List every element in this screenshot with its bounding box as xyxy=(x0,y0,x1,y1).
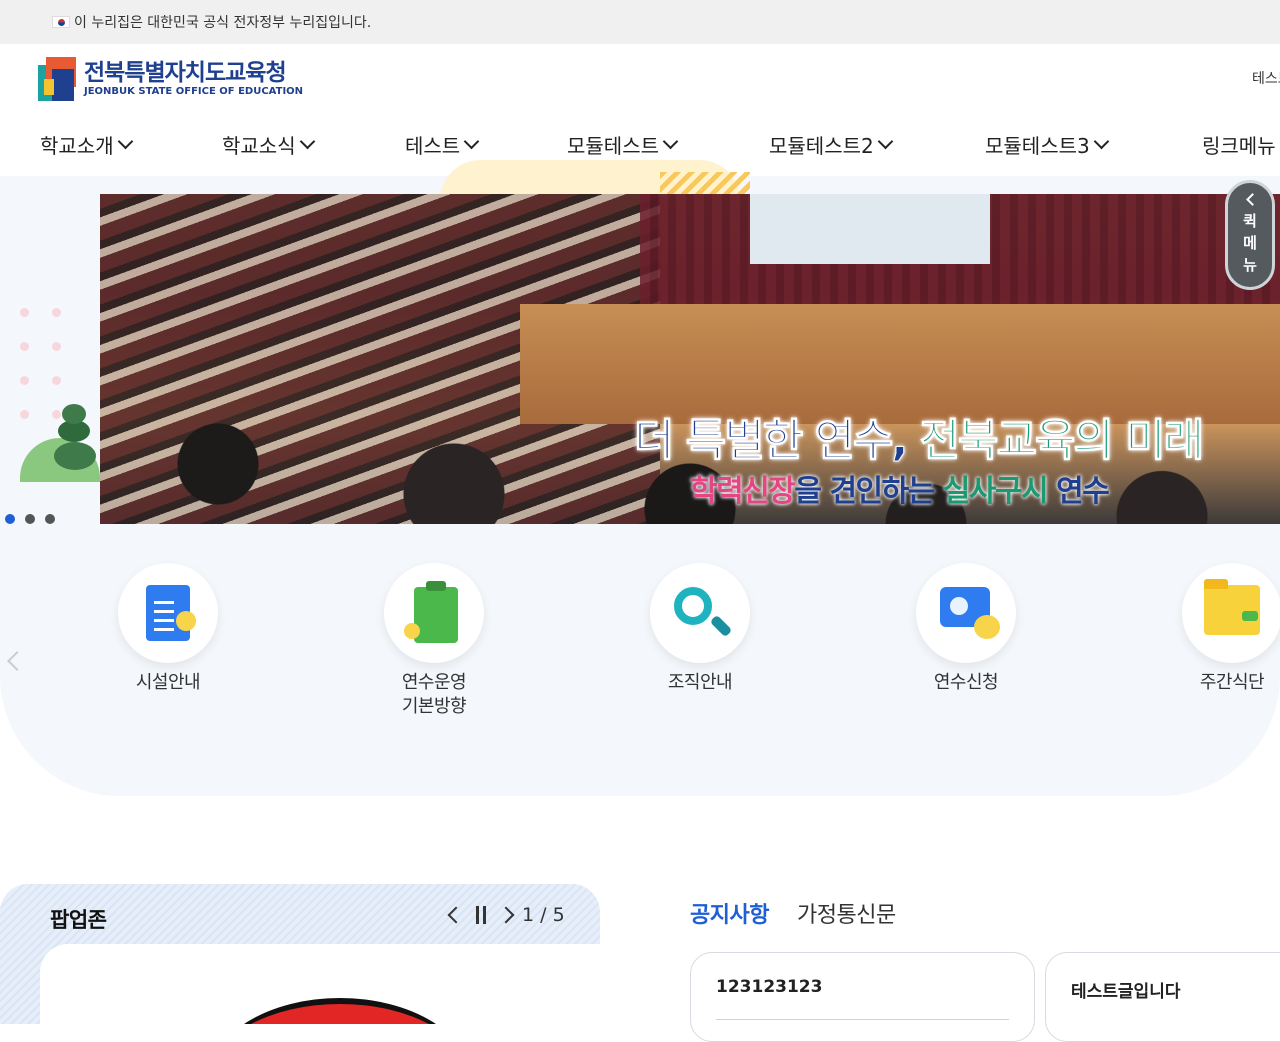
search-icon xyxy=(674,587,712,625)
nav-item-school-intro[interactable]: 학교소개 xyxy=(40,130,133,159)
header: 전북특별자치도교육청 JEONBUK STATE OFFICE OF EDUCA… xyxy=(0,44,1280,114)
prev-icon[interactable] xyxy=(447,906,465,924)
chevron-down-icon xyxy=(463,133,480,150)
nav-item-module-test-3[interactable]: 모듈테스트3 xyxy=(985,130,1110,159)
popup-image xyxy=(210,998,470,1024)
logo-mark-icon xyxy=(38,57,76,101)
tab-newsletter[interactable]: 가정통신문 xyxy=(797,897,896,929)
slide-title: 더 특별한 연수, 전북교육의 미래 xyxy=(634,415,1205,467)
logo-title: 전북특별자치도교육청 xyxy=(84,60,287,86)
shortcut-training-apply[interactable]: 연수신청 xyxy=(896,563,1036,695)
chevron-down-icon xyxy=(117,133,133,150)
shortcut-weekly-menu[interactable]: 주간식단 xyxy=(1162,563,1280,695)
nav-item-link-menu[interactable]: 링크메뉴 xyxy=(1202,130,1276,159)
next-icon[interactable] xyxy=(497,906,515,924)
popup-banner[interactable] xyxy=(40,944,600,1024)
slide-pagination xyxy=(5,514,55,524)
chevron-down-icon xyxy=(877,133,894,150)
nav-item-school-news[interactable]: 학교소식 xyxy=(222,130,315,159)
folder-icon xyxy=(1204,579,1260,635)
chevron-left-icon xyxy=(1245,193,1259,206)
shortcut-training-direction[interactable]: 연수운영 기본방향 xyxy=(364,563,504,719)
gov-banner: 이 누리집은 대한민국 공식 전자정부 누리집입니다. xyxy=(0,0,1280,44)
gov-banner-text: 이 누리집은 대한민국 공식 전자정부 누리집입니다. xyxy=(74,15,372,31)
slide-dot-2[interactable] xyxy=(25,514,35,524)
notice-card[interactable]: 테스트글입니다 xyxy=(1045,952,1280,1042)
main-visual-slide[interactable]: 더 특별한 연수, 전북교육의 미래 학력신장을 견인하는 실사구시 연수 xyxy=(100,194,1280,524)
clipboard-icon xyxy=(404,581,458,643)
slide-dot-1[interactable] xyxy=(5,514,15,524)
notice-card-title: 123123123 xyxy=(716,977,823,997)
nav-item-module-test[interactable]: 모듈테스트 xyxy=(567,130,679,159)
decor-stripe xyxy=(660,172,750,194)
pause-icon[interactable] xyxy=(476,906,486,924)
quick-menu-button[interactable]: 퀵 메 뉴 xyxy=(1225,180,1275,290)
popup-controls: 1 / 5 xyxy=(447,904,565,926)
nav-item-test[interactable]: 테스트 xyxy=(405,130,480,159)
shortcut-organization[interactable]: 조직안내 xyxy=(630,563,770,695)
popup-counter: 1 / 5 xyxy=(522,904,565,926)
decor-tree-icon xyxy=(20,400,100,482)
popup-zone-title: 팝업존 xyxy=(50,908,107,932)
notice-card-title: 테스트글입니다 xyxy=(1071,982,1181,1002)
korea-flag-icon xyxy=(52,16,70,28)
nav-item-module-test-2[interactable]: 모듈테스트2 xyxy=(769,130,894,159)
site-logo[interactable]: 전북특별자치도교육청 JEONBUK STATE OFFICE OF EDUCA… xyxy=(38,57,303,101)
notice-card[interactable]: 123123123 xyxy=(690,952,1035,1042)
chevron-down-icon xyxy=(299,133,315,150)
util-link[interactable]: 테스트 xyxy=(1252,68,1280,88)
tab-notice[interactable]: 공지사항 xyxy=(690,897,769,929)
slide-subtitle: 학력신장을 견인하는 실사구시 연수 xyxy=(690,474,1110,509)
shortcut-facility[interactable]: 시설안내 xyxy=(98,563,238,695)
document-icon xyxy=(146,585,196,641)
slide-dot-3[interactable] xyxy=(45,514,55,524)
logo-subtitle: JEONBUK STATE OFFICE OF EDUCATION xyxy=(84,86,304,97)
popup-zone: 팝업존 1 / 5 xyxy=(0,884,600,1024)
chevron-down-icon xyxy=(662,133,679,150)
chevron-down-icon xyxy=(1093,133,1110,150)
